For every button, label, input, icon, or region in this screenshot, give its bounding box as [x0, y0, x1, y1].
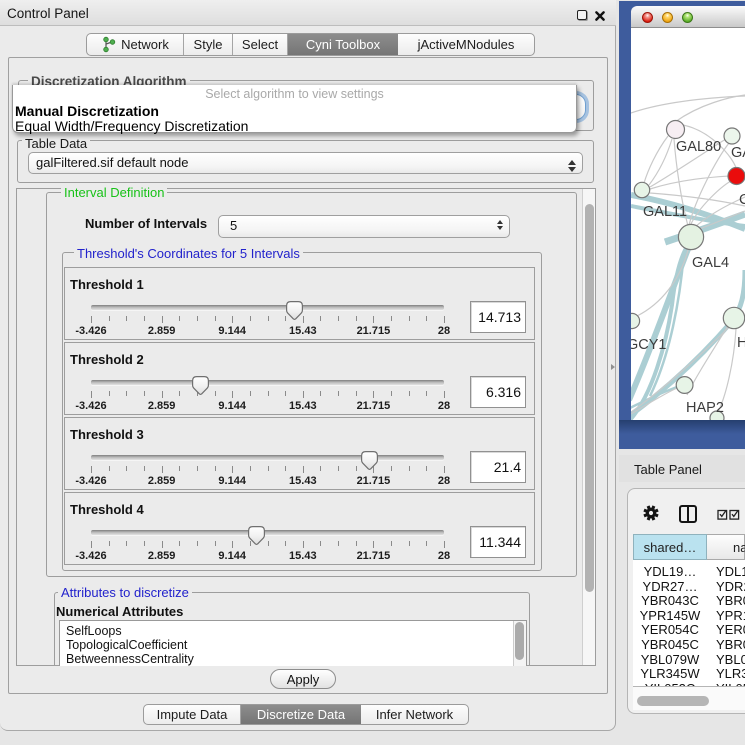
svg-text:C: C — [739, 192, 745, 208]
svg-text:GAL: GAL — [731, 145, 745, 161]
svg-text:GAL4: GAL4 — [692, 255, 729, 271]
svg-text:H: H — [737, 335, 745, 351]
svg-text:HAP2: HAP2 — [686, 400, 724, 416]
svg-text:GAL80: GAL80 — [676, 139, 721, 155]
svg-text:GCY1: GCY1 — [631, 337, 667, 353]
svg-text:GAL11: GAL11 — [643, 204, 687, 220]
